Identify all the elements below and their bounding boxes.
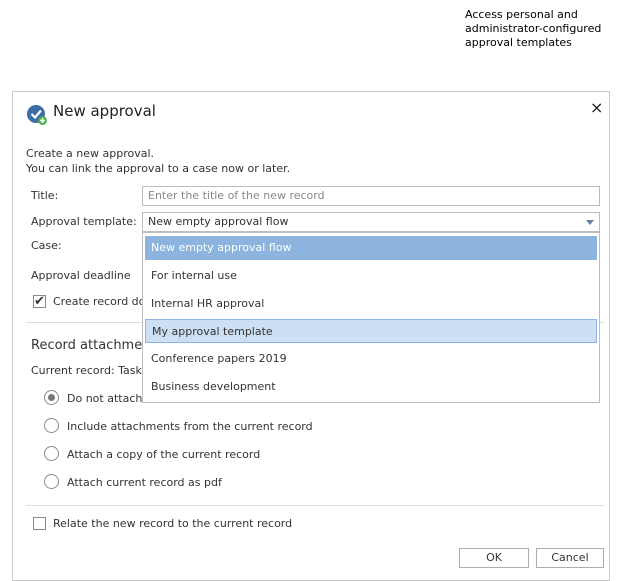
approval-icon (27, 105, 47, 125)
dialog-intro: Create a new approval. You can link the … (26, 146, 290, 176)
dropdown-option[interactable]: Business development (145, 375, 597, 399)
approval-deadline-label: Approval deadline (31, 269, 131, 282)
callout-line-3: approval templates (465, 36, 572, 49)
radio-label-do-not-attach: Do not attach (67, 392, 143, 405)
case-label: Case: (31, 239, 62, 252)
dropdown-option[interactable]: Internal HR approval (145, 292, 597, 316)
current-record-label: Current record: Tasks (31, 364, 148, 377)
callout-annotation: Access personal and administrator-config… (465, 8, 633, 50)
title-label: Title: (31, 189, 59, 202)
callout-line-2: administrator-configured (465, 22, 602, 35)
intro-line-1: Create a new approval. (26, 147, 155, 160)
checkmark-icon: ✔ (34, 294, 45, 309)
radio-attach-copy[interactable] (44, 446, 59, 461)
cancel-button[interactable]: Cancel (536, 548, 604, 568)
radio-attach-pdf[interactable] (44, 474, 59, 489)
dropdown-option[interactable]: New empty approval flow (145, 236, 597, 260)
relate-record-checkbox[interactable] (33, 517, 46, 530)
record-attachments-heading: Record attachmen (31, 338, 151, 353)
radio-label-include-attachments: Include attachments from the current rec… (67, 420, 313, 433)
dropdown-option[interactable]: Conference papers 2019 (145, 347, 597, 371)
dialog-title: New approval (53, 102, 156, 120)
approval-template-select[interactable]: New empty approval flow (142, 212, 600, 232)
radio-label-attach-copy: Attach a copy of the current record (67, 448, 261, 461)
approval-template-label: Approval template: (31, 215, 137, 228)
create-record-label: Create record do (53, 295, 146, 308)
radio-label-attach-pdf: Attach current record as pdf (67, 476, 222, 489)
radio-selected-dot (48, 394, 55, 401)
radio-include-attachments[interactable] (44, 418, 59, 433)
approval-template-dropdown: New empty approval flow For internal use… (142, 232, 600, 403)
title-input[interactable]: Enter the title of the new record (142, 186, 600, 206)
dropdown-option[interactable]: For internal use (145, 264, 597, 288)
intro-line-2: You can link the approval to a case now … (26, 162, 291, 175)
close-icon[interactable]: × (590, 99, 603, 117)
relate-record-label: Relate the new record to the current rec… (53, 517, 293, 530)
divider (26, 505, 604, 506)
chevron-down-icon[interactable] (586, 220, 594, 225)
ok-button[interactable]: OK (459, 548, 529, 568)
dropdown-option[interactable]: My approval template (145, 319, 597, 343)
callout-line-1: Access personal and (465, 8, 578, 21)
radio-do-not-attach[interactable] (44, 390, 59, 405)
